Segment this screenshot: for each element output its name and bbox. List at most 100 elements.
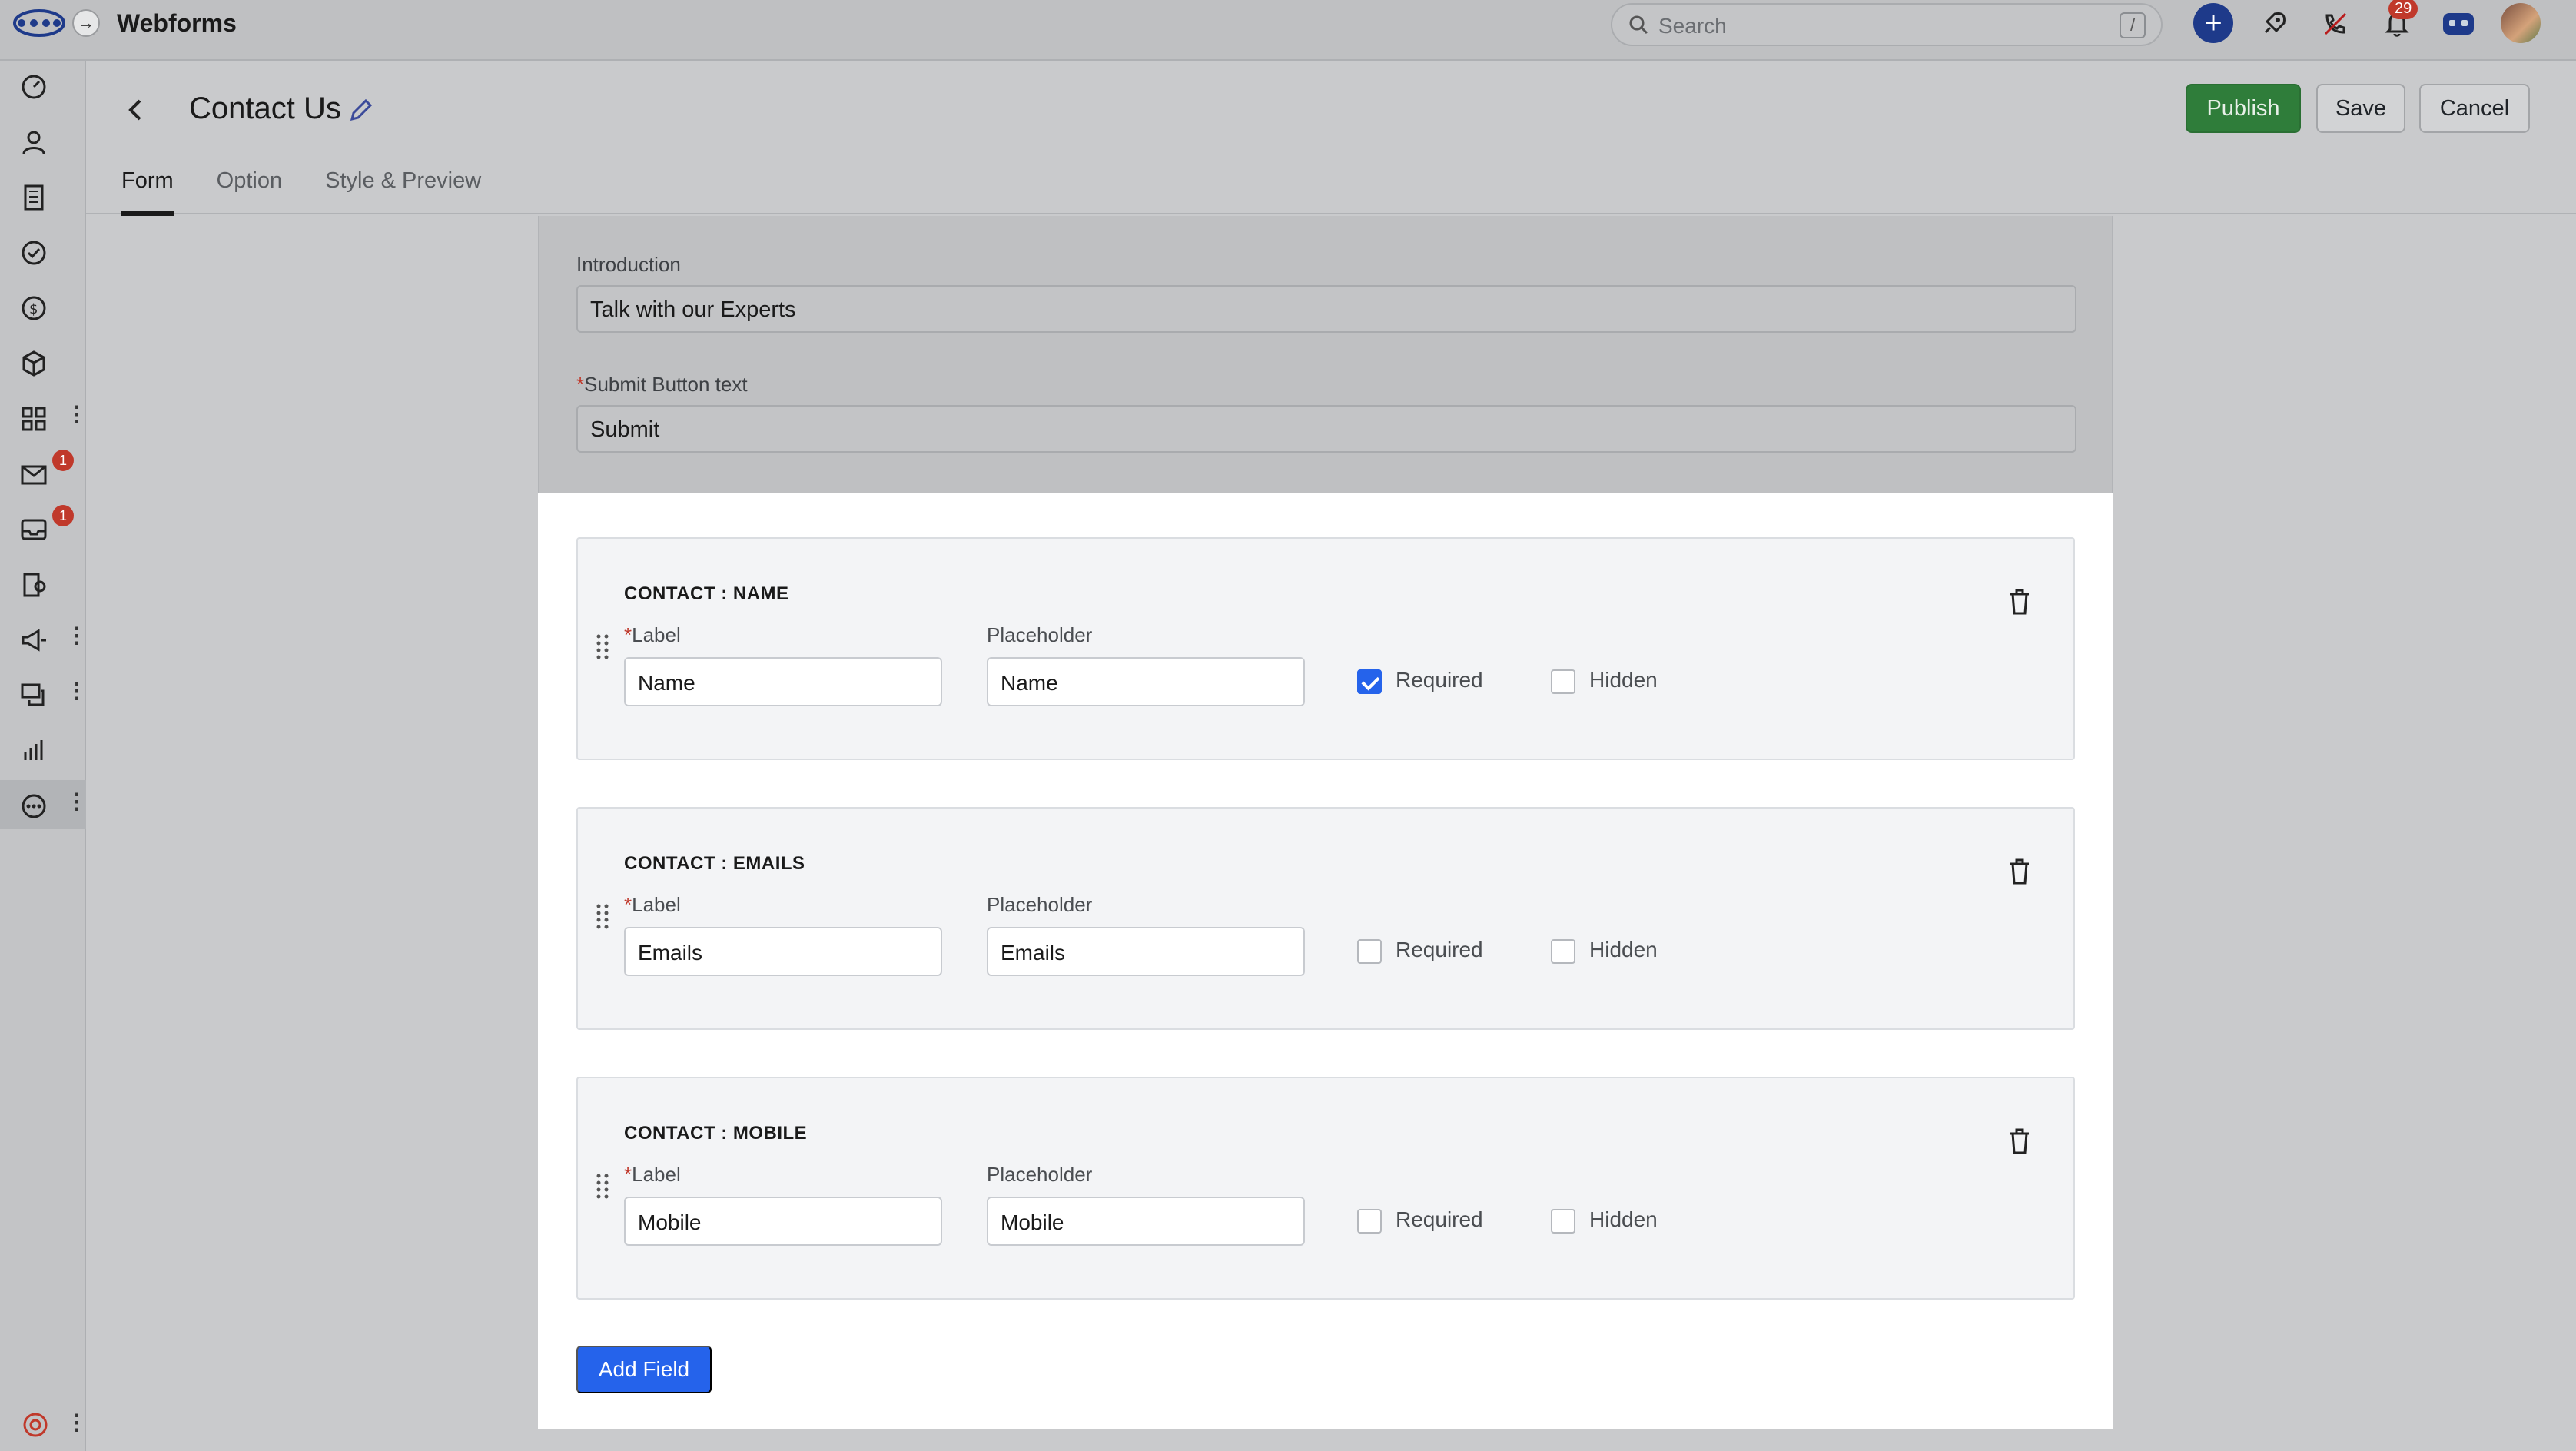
tab-form[interactable]: Form — [121, 168, 174, 216]
drag-handle-icon[interactable] — [595, 1172, 610, 1200]
label-input[interactable]: Mobile — [624, 1197, 942, 1246]
publish-button[interactable]: Publish — [2186, 84, 2301, 133]
nav-campaigns[interactable]: ⋮ — [0, 614, 88, 663]
submit-button-text-input[interactable]: Submit — [576, 405, 2076, 453]
save-button[interactable]: Save — [2316, 84, 2405, 133]
field-card-name: CONTACT : NAME *Label Name Placeholder N… — [576, 537, 2075, 760]
nav-inbox[interactable]: 1 — [0, 503, 86, 553]
tab-style-preview[interactable]: Style & Preview — [325, 168, 481, 214]
label-caption: *Label — [624, 893, 681, 917]
required-checkbox[interactable] — [1357, 1209, 1382, 1234]
hidden-label: Hidden — [1589, 1207, 1658, 1231]
nav-dashboard[interactable] — [0, 61, 86, 110]
search-shortcut: / — [2120, 12, 2146, 38]
placeholder-caption: Placeholder — [987, 1163, 1093, 1186]
hidden-checkbox[interactable] — [1551, 669, 1575, 694]
search-input[interactable]: Search / — [1611, 3, 2163, 46]
search-placeholder: Search — [1658, 14, 1727, 38]
nav-products[interactable] — [0, 337, 86, 387]
hidden-checkbox[interactable] — [1551, 939, 1575, 964]
app-title: Webforms — [117, 9, 237, 37]
deals-icon: $ — [22, 296, 46, 320]
nav-contacts[interactable] — [0, 116, 86, 165]
required-asterisk: * — [624, 893, 632, 916]
notification-count-badge: 29 — [2388, 0, 2418, 19]
left-navigation-rail: $ ⋮ 1 1 ⋮ ⋮ ⋮ — [0, 61, 88, 1451]
tasks-icon — [22, 241, 46, 265]
more-options-icon[interactable]: ⋮ — [66, 680, 88, 702]
required-asterisk: * — [624, 623, 632, 646]
placeholder-input[interactable]: Emails — [987, 927, 1305, 976]
nav-more[interactable]: ⋮ — [0, 780, 88, 829]
contacts-icon — [22, 131, 45, 154]
label-input[interactable]: Name — [624, 657, 942, 706]
more-options-icon[interactable]: ⋮ — [66, 403, 88, 425]
call-off-icon[interactable] — [2316, 5, 2355, 43]
more-options-icon[interactable]: ⋮ — [66, 625, 88, 646]
plus-icon: + — [2204, 5, 2222, 40]
drag-handle-icon[interactable] — [595, 633, 610, 660]
hidden-checkbox[interactable] — [1551, 1209, 1575, 1234]
placeholder-caption: Placeholder — [987, 623, 1093, 646]
page-header: Contact Us Publish Save Cancel Form Opti… — [86, 61, 2576, 216]
required-asterisk: * — [624, 1163, 632, 1186]
submit-button-text-caption: Submit Button text — [584, 373, 748, 396]
form-fields-panel: CONTACT : NAME *Label Name Placeholder N… — [538, 493, 2113, 1429]
mail-icon — [21, 465, 47, 485]
assistant-bot-icon[interactable] — [2439, 5, 2478, 43]
page-title: Contact Us — [189, 91, 341, 125]
label-caption-text: Label — [632, 1163, 681, 1186]
add-field-button[interactable]: Add Field — [576, 1346, 712, 1393]
campaigns-icon — [22, 629, 46, 652]
field-card-title: CONTACT : EMAILS — [624, 853, 805, 874]
products-icon — [22, 350, 45, 377]
more-options-icon[interactable]: ⋮ — [66, 791, 88, 812]
introduction-input[interactable]: Talk with our Experts — [576, 285, 2076, 333]
inbox-icon — [21, 519, 47, 540]
svg-text:$: $ — [29, 301, 38, 317]
label-input[interactable]: Emails — [624, 927, 942, 976]
trash-icon[interactable] — [2007, 588, 2032, 616]
nav-deals[interactable]: $ — [0, 282, 86, 331]
hidden-label: Hidden — [1589, 668, 1658, 692]
arrow-right-icon: → — [78, 13, 95, 32]
label-caption: *Label — [624, 623, 681, 647]
inbox-badge: 1 — [52, 505, 74, 526]
app-logo-icon[interactable] — [12, 8, 66, 38]
nav-reports[interactable] — [0, 725, 86, 774]
nav-tasks[interactable] — [0, 227, 86, 276]
back-arrow-icon[interactable] — [120, 95, 151, 125]
placeholder-input[interactable]: Name — [987, 657, 1305, 706]
more-options-icon[interactable]: ⋮ — [66, 1409, 88, 1435]
trash-icon[interactable] — [2007, 858, 2032, 885]
required-label: Required — [1396, 938, 1483, 961]
reports-icon — [24, 740, 43, 760]
required-checkbox[interactable] — [1357, 669, 1382, 694]
field-card-emails: CONTACT : EMAILS *Label Emails Placehold… — [576, 807, 2075, 1030]
nav-chat[interactable]: ⋮ — [0, 669, 88, 719]
trash-icon[interactable] — [2007, 1127, 2032, 1155]
edit-pencil-icon[interactable] — [347, 98, 373, 124]
required-asterisk: * — [576, 373, 585, 396]
nav-companies[interactable] — [0, 171, 86, 221]
form-settings-section: Introduction Talk with our Experts *Subm… — [538, 216, 2113, 493]
required-label: Required — [1396, 668, 1483, 692]
placeholder-caption: Placeholder — [987, 893, 1093, 916]
tab-option[interactable]: Option — [217, 168, 282, 214]
required-checkbox[interactable] — [1357, 939, 1382, 964]
quick-add-button[interactable]: + — [2193, 3, 2233, 43]
nav-mail[interactable]: 1 — [0, 448, 86, 497]
nav-apps[interactable]: ⋮ — [0, 393, 88, 442]
user-avatar[interactable] — [2501, 3, 2541, 43]
expand-sidebar-button[interactable]: → — [72, 9, 100, 37]
drag-handle-icon[interactable] — [595, 902, 610, 930]
search-icon — [1629, 15, 1648, 35]
cancel-button[interactable]: Cancel — [2419, 84, 2530, 133]
rocket-icon[interactable] — [2255, 5, 2293, 43]
submit-button-text-label: *Submit Button text — [576, 373, 748, 397]
nav-documents[interactable] — [0, 559, 86, 608]
more-options-icon — [22, 794, 46, 818]
help-lifebuoy-icon[interactable] — [22, 1411, 49, 1439]
placeholder-input[interactable]: Mobile — [987, 1197, 1305, 1246]
field-card-title: CONTACT : NAME — [624, 583, 789, 604]
